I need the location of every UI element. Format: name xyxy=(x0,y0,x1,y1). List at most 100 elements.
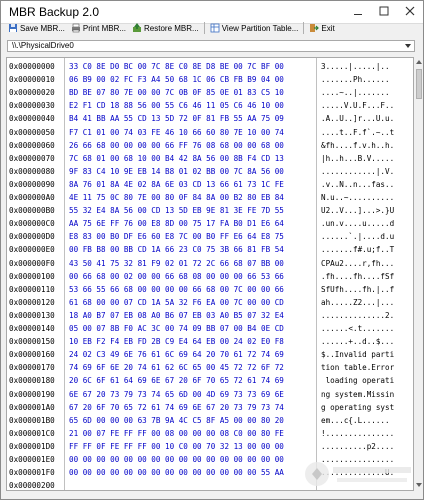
hex-row-ascii: .....V.U.F...F.. xyxy=(321,101,395,111)
restore-mbr-label: Restore MBR... xyxy=(144,23,199,33)
hex-row-ascii: .......f#.u;f..T xyxy=(321,245,395,255)
maximize-icon xyxy=(379,6,389,16)
hex-row-ascii: ah.....Z2...|... xyxy=(321,297,395,307)
hex-row-bytes: 67 20 6F 70 65 72 61 74 69 6E 67 20 73 7… xyxy=(69,402,284,412)
hex-row-address: 0x000001C0 xyxy=(9,428,55,438)
hex-row-address: 0x00000090 xyxy=(9,179,55,189)
hex-row-bytes: BD BE 07 80 7E 00 00 7C 0B 0F 85 0E 01 8… xyxy=(69,88,284,98)
hex-row-ascii: ......`.|....d.u xyxy=(321,232,395,242)
hex-row-bytes: 43 50 41 75 32 81 F9 02 01 72 2C 66 68 0… xyxy=(69,258,284,268)
hex-row-bytes: 18 A0 B7 07 EB 08 A0 B6 07 EB 03 A0 B5 0… xyxy=(69,310,284,320)
hex-row-ascii: &fh....f.v.h..h. xyxy=(321,140,395,150)
hex-row-address: 0x00000100 xyxy=(9,271,55,281)
hex-view[interactable]: 0x00000000 33 C0 8E D0 BC 00 7C 8E C0 8E … xyxy=(6,57,414,491)
hex-row-address: 0x00000070 xyxy=(9,153,55,163)
hex-row-ascii: tion table.Error xyxy=(321,363,395,373)
hex-row-bytes: E2 F1 CD 18 88 56 00 55 C6 46 11 05 C6 4… xyxy=(69,101,284,111)
hex-row-address: 0x00000000 xyxy=(9,62,55,71)
hex-row-bytes: 7C 68 01 00 68 10 00 B4 42 8A 56 00 8B F… xyxy=(69,153,284,163)
hex-row-bytes: 20 6C 6F 61 64 69 6E 67 20 6F 70 65 72 6… xyxy=(69,376,284,386)
hex-row-address: 0x000000C0 xyxy=(9,219,55,229)
hex-row-address: 0x00000160 xyxy=(9,350,55,360)
ascii-column-divider xyxy=(316,58,317,490)
hex-row-ascii: ..........p2.... xyxy=(321,441,395,451)
app-window: MBR Backup 2.0 Save MBR... Print MBR... … xyxy=(0,0,424,500)
hex-row-address: 0x00000060 xyxy=(9,140,55,150)
hex-row-address: 0x00000120 xyxy=(9,297,55,307)
address-column-divider xyxy=(64,58,65,490)
hex-row-ascii: ..............2. xyxy=(321,310,395,320)
hex-row-address: 0x00000080 xyxy=(9,166,55,176)
hex-row-bytes: 00 00 00 00 00 00 00 00 00 00 00 00 00 0… xyxy=(69,468,284,478)
hex-row-ascii: ......+..d..$... xyxy=(321,337,395,347)
hex-row-address: 0x00000010 xyxy=(9,75,55,85)
hex-row-address: 0x000001E0 xyxy=(9,455,55,464)
hex-row-ascii: U2..V...]...>.}U xyxy=(321,206,395,216)
minimize-button[interactable] xyxy=(345,2,371,20)
hex-row-bytes: 33 C0 8E D0 BC 00 7C 8E C0 8E D8 BE 00 7… xyxy=(69,62,284,71)
hex-row-address: 0x00000130 xyxy=(9,310,55,320)
hex-row-ascii: .un.v....u.....d xyxy=(321,219,395,229)
restore-icon xyxy=(133,23,142,32)
hex-row-address: 0x000000D0 xyxy=(9,232,55,242)
hex-row-ascii: ng system.Missin xyxy=(321,389,395,399)
hex-row-address: 0x00000150 xyxy=(9,337,55,347)
hex-row-ascii: N.u..~.......... xyxy=(321,193,395,202)
hex-row-address: 0x000001D0 xyxy=(9,441,55,451)
hex-row-address: 0x000001F0 xyxy=(9,468,55,478)
save-mbr-button[interactable]: Save MBR... xyxy=(5,21,68,35)
toolbar: Save MBR... Print MBR... Restore MBR... … xyxy=(2,21,422,35)
minimize-icon xyxy=(354,14,362,15)
scroll-up-icon[interactable] xyxy=(415,58,423,66)
hex-row-ascii: .fh....fh....fSf xyxy=(321,271,395,281)
hex-row-bytes: 4E 11 75 0C 80 7E 00 80 0F 84 8A 00 B2 8… xyxy=(69,193,284,202)
hex-row-ascii: 3.....|.....|.. xyxy=(321,62,390,71)
scrollbar-thumb[interactable] xyxy=(416,69,422,99)
hex-row-address: 0x000000A0 xyxy=(9,193,55,202)
hex-row-ascii: ............|.V. xyxy=(321,166,395,176)
hex-row-address: 0x00000030 xyxy=(9,101,55,111)
hex-row-bytes: 00 66 68 00 02 00 00 66 68 08 00 00 00 6… xyxy=(69,271,284,281)
hex-row-bytes: 10 EB F2 F4 EB FD 2B C9 E4 64 EB 00 24 0… xyxy=(69,337,284,347)
drive-select[interactable]: \\.\PhysicalDrive0 xyxy=(7,40,415,52)
hex-row-bytes: 00 FB B8 00 BB CD 1A 66 23 C0 75 3B 66 8… xyxy=(69,245,284,255)
toolbar-separator xyxy=(303,22,305,34)
hex-row-ascii: loading operati xyxy=(321,376,395,386)
partition-table-icon xyxy=(210,23,220,33)
restore-mbr-button[interactable]: Restore MBR... xyxy=(129,21,202,35)
hex-row-address: 0x00000170 xyxy=(9,363,55,373)
hex-row-ascii: ....t..F.f`.~..t xyxy=(321,127,395,137)
hex-row-address: 0x000001A0 xyxy=(9,402,55,412)
hex-row-bytes: 26 66 68 00 00 00 00 66 FF 76 08 68 00 0… xyxy=(69,140,284,150)
hex-row-ascii: em...c{.L...... xyxy=(321,415,390,425)
hex-row-address: 0x000000F0 xyxy=(9,258,55,268)
view-partition-table-button[interactable]: View Partition Table... xyxy=(207,21,302,35)
hex-row-bytes: 06 B9 00 02 FC F3 A4 50 68 1C 06 CB FB B… xyxy=(69,75,284,85)
hex-row-address: 0x000001B0 xyxy=(9,415,55,425)
toolbar-separator xyxy=(203,22,205,34)
close-button[interactable] xyxy=(397,2,423,20)
hex-row-address: 0x00000180 xyxy=(9,376,55,386)
hex-row-bytes: E8 83 00 B0 DF E6 60 E8 7C 00 B0 FF E6 6… xyxy=(69,232,284,242)
maximize-button[interactable] xyxy=(371,2,397,20)
hex-row-address: 0x00000140 xyxy=(9,324,55,333)
vertical-scrollbar[interactable] xyxy=(415,57,423,491)
hex-row-ascii: .......Ph...... xyxy=(321,75,390,85)
hex-row-address: 0x00000050 xyxy=(9,127,55,137)
hex-row-bytes: 61 68 00 00 07 CD 1A 5A 32 F6 EA 00 7C 0… xyxy=(69,297,284,307)
exit-icon xyxy=(310,24,320,32)
window-title: MBR Backup 2.0 xyxy=(9,5,100,19)
hex-row-ascii: |h..h...B.V..... xyxy=(321,153,395,163)
drive-select-value: \\.\PhysicalDrive0 xyxy=(12,41,74,50)
hex-row-address: 0x00000190 xyxy=(9,389,55,399)
hex-row-ascii: $..Invalid parti xyxy=(321,350,395,360)
hex-row-bytes: 65 6D 00 00 00 63 7B 9A 4C C5 8F A5 00 0… xyxy=(69,415,284,425)
hex-row-ascii: ....~..|....... xyxy=(321,88,390,98)
view-partition-table-label: View Partition Table... xyxy=(221,23,299,33)
hex-row-ascii: CPAu2....r,fh... xyxy=(321,258,395,268)
print-icon xyxy=(71,23,80,33)
exit-button[interactable]: Exit xyxy=(306,21,337,35)
print-mbr-button[interactable]: Print MBR... xyxy=(68,21,129,35)
chevron-down-icon[interactable] xyxy=(404,42,412,50)
watermark-logo xyxy=(301,456,419,492)
